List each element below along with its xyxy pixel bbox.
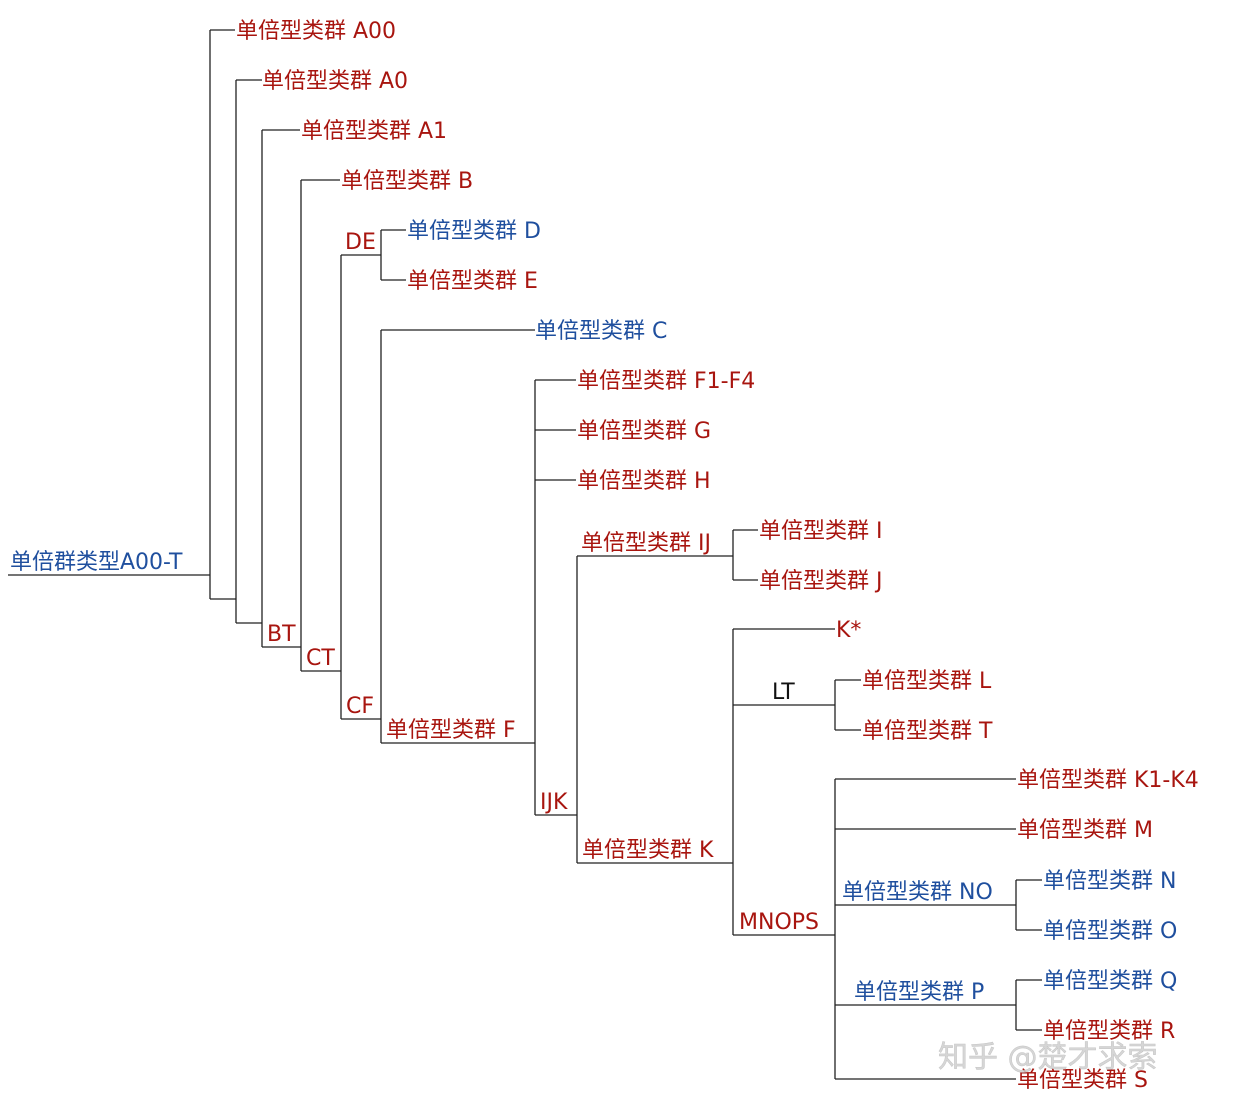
node-label-o: 单倍型类群 O	[1043, 919, 1177, 944]
node-label-root: 单倍群类型A00-T	[10, 550, 183, 575]
node-label-k1k4: 单倍型类群 K1-K4	[1017, 768, 1199, 793]
node-label-q: 单倍型类群 Q	[1043, 969, 1177, 994]
node-label-bt: BT	[267, 622, 296, 647]
node-label-lt: LT	[772, 680, 795, 705]
node-label-h: 单倍型类群 H	[577, 469, 711, 494]
node-label-e: 单倍型类群 E	[407, 269, 538, 294]
node-label-no: 单倍型类群 NO	[842, 880, 993, 905]
node-label-kstar: K*	[836, 618, 861, 643]
node-label-ijk: IJK	[540, 790, 568, 815]
node-label-i: 单倍型类群 I	[759, 519, 882, 544]
node-label-b: 单倍型类群 B	[341, 169, 473, 194]
node-label-p: 单倍型类群 P	[854, 980, 984, 1005]
haplogroup-tree: 单倍群类型A00-T 单倍型类群 A00 单倍型类群 A0 单倍型类群 A1 BT 单倍型…	[8, 19, 1199, 1093]
watermark: 知乎 @楚才求索	[938, 1040, 1158, 1075]
node-label-ct: CT	[306, 646, 335, 671]
node-label-mnops: MNOPS	[739, 910, 819, 935]
node-label-n: 单倍型类群 N	[1043, 869, 1176, 894]
node-label-a1: 单倍型类群 A1	[301, 119, 447, 144]
node-label-f: 单倍型类群 F	[386, 718, 516, 743]
node-label-f1f4: 单倍型类群 F1-F4	[577, 369, 755, 394]
node-label-g: 单倍型类群 G	[577, 419, 711, 444]
node-label-cf: CF	[346, 694, 374, 719]
node-label-d: 单倍型类群 D	[407, 219, 541, 244]
node-label-a0: 单倍型类群 A0	[262, 69, 408, 94]
node-label-c: 单倍型类群 C	[535, 319, 667, 344]
node-label-j: 单倍型类群 J	[759, 569, 882, 594]
node-label-de: DE	[345, 230, 376, 255]
node-label-ij: 单倍型类群 IJ	[581, 531, 711, 556]
node-label-m: 单倍型类群 M	[1017, 818, 1153, 843]
node-label-l: 单倍型类群 L	[862, 669, 992, 694]
node-label-k: 单倍型类群 K	[582, 838, 714, 863]
node-label-t: 单倍型类群 T	[862, 719, 993, 744]
node-label-a00: 单倍型类群 A00	[236, 19, 396, 44]
